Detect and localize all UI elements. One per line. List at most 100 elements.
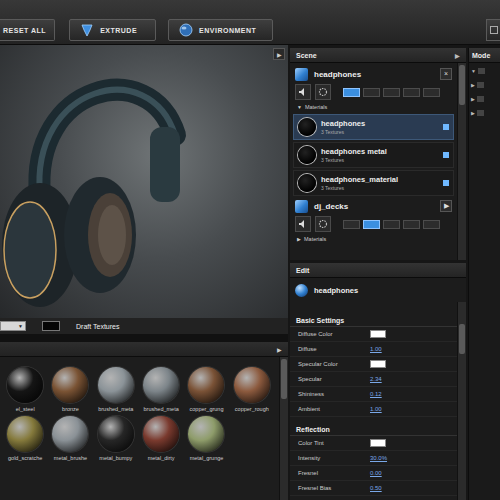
color-swatch[interactable]	[370, 360, 386, 368]
property-value[interactable]: 0.12	[370, 391, 449, 397]
app-window: RESET ALL EXTRUDE ENVIRONMENT ▶ ▼ Draft …	[0, 0, 500, 500]
material-preset[interactable]: metal_brushe	[49, 416, 91, 461]
material-item[interactable]: headphones 3 Textures	[293, 114, 454, 140]
speaker-icon[interactable]	[295, 216, 311, 232]
library-menu-button[interactable]: ▶	[277, 346, 282, 353]
scene-body: headphones × ▼ Materials headphones 3 Te…	[290, 63, 466, 260]
speaker-icon[interactable]	[295, 84, 311, 100]
layer-tab[interactable]	[363, 88, 380, 97]
material-text: headphones metal 3 Textures	[321, 147, 438, 163]
layer-tab[interactable]	[363, 220, 380, 229]
property-value[interactable]: 1.00	[370, 346, 449, 352]
tree-toggle: ▶	[471, 82, 475, 88]
scroll-thumb[interactable]	[281, 359, 287, 399]
material-preset[interactable]: brushed_meta	[95, 367, 137, 412]
texture-count: 3 Textures	[321, 185, 438, 191]
material-grid: el_steel bronze brushed_meta brushed_met…	[0, 357, 279, 500]
background-swatch[interactable]	[42, 321, 60, 331]
window-icon	[490, 26, 498, 34]
reset-all-button[interactable]: RESET ALL	[0, 19, 55, 41]
material-name: el_steel	[16, 406, 35, 412]
property-label: Specular	[298, 376, 370, 382]
material-preset[interactable]: metal_grunge	[185, 416, 227, 461]
materials-toggle[interactable]: ▶ Materials	[293, 234, 454, 244]
extrude-button[interactable]: EXTRUDE	[69, 19, 156, 41]
scene-object[interactable]: dj_decks ▶	[293, 198, 454, 214]
material-item[interactable]: headphones_material 3 Textures	[293, 170, 454, 196]
material-preset[interactable]: el_steel	[4, 367, 46, 412]
scene-object[interactable]: headphones ×	[293, 66, 454, 82]
material-preset[interactable]: gold_scratche	[4, 416, 46, 461]
material-preset[interactable]: bronze	[49, 367, 91, 412]
edit-scrollbar[interactable]	[457, 302, 466, 500]
environment-button[interactable]: ENVIRONMENT	[168, 19, 273, 41]
tree-toggle: ▼	[471, 68, 476, 74]
material-name: copper_grung	[190, 406, 224, 412]
material-flag[interactable]	[443, 124, 449, 130]
property-value[interactable]: 0.50	[370, 485, 449, 491]
property-value[interactable]: 1.00	[370, 406, 449, 412]
texture-count: 3 Textures	[321, 157, 438, 163]
scene-scrollbar[interactable]	[457, 63, 466, 260]
scene-menu-button[interactable]: ▶	[455, 52, 460, 59]
object-button[interactable]: ▶	[440, 200, 452, 212]
tree-row[interactable]: ▶	[471, 94, 498, 104]
material-name: copper_rough	[235, 406, 269, 412]
globe-icon	[179, 23, 193, 37]
material-preset[interactable]: copper_grung	[185, 367, 227, 412]
property-value[interactable]: 2.34	[370, 376, 449, 382]
viewport-menu-button[interactable]: ▶	[273, 48, 285, 60]
object-name: dj_decks	[314, 202, 434, 211]
property-label: Diffuse	[298, 346, 370, 352]
dial-icon[interactable]	[315, 216, 331, 232]
property-label: Color Tint	[298, 440, 370, 446]
layer-tab[interactable]	[403, 220, 420, 229]
material-name: headphones	[321, 119, 438, 128]
layer-tab[interactable]	[423, 220, 440, 229]
layer-tab[interactable]	[343, 220, 360, 229]
layer-tab[interactable]	[423, 88, 440, 97]
material-preset[interactable]: brushed_meta	[140, 367, 182, 412]
dial-icon[interactable]	[315, 84, 331, 100]
layer-tab[interactable]	[383, 88, 400, 97]
tree-row[interactable]: ▶	[471, 108, 498, 118]
material-item[interactable]: headphones metal 3 Textures	[293, 142, 454, 168]
color-swatch[interactable]	[370, 439, 386, 447]
layer-tab[interactable]	[343, 88, 360, 97]
material-sphere-icon	[98, 416, 134, 452]
material-preset[interactable]: metal_bumpy	[95, 416, 137, 461]
models-panel: Mode ▼ ▶ ▶ ▶	[468, 48, 500, 500]
folder-icon	[477, 96, 484, 102]
viewport[interactable]: ▶	[0, 45, 288, 318]
property-value[interactable]: 30.0%	[370, 455, 449, 461]
property-value[interactable]: 0.00	[370, 470, 449, 476]
property-label: Ambient	[298, 406, 370, 412]
material-sphere-icon	[188, 416, 224, 452]
models-header: Mode	[469, 48, 500, 63]
draft-textures-label[interactable]: Draft Textures	[76, 323, 119, 330]
texture-count: 3 Textures	[321, 129, 438, 135]
material-text: headphones_material 3 Textures	[321, 175, 438, 191]
tree-row[interactable]: ▼	[471, 66, 498, 76]
material-preset[interactable]: metal_dirty	[140, 416, 182, 461]
material-preset[interactable]: copper_rough	[231, 367, 273, 412]
scroll-thumb[interactable]	[459, 65, 465, 105]
layer-tab[interactable]	[383, 220, 400, 229]
corner-button[interactable]	[486, 19, 500, 41]
object-button[interactable]: ×	[440, 68, 452, 80]
edit-object: headphones	[290, 278, 466, 302]
layer-tab[interactable]	[403, 88, 420, 97]
materials-toggle[interactable]: ▼ Materials	[293, 102, 454, 112]
library-scrollbar[interactable]	[279, 357, 288, 500]
material-flag[interactable]	[443, 180, 449, 186]
material-sphere-icon	[52, 367, 88, 403]
material-flag[interactable]	[443, 152, 449, 158]
property-row: Specular 2.34	[290, 372, 457, 387]
scroll-thumb[interactable]	[459, 324, 465, 354]
cube-icon	[295, 200, 308, 213]
property-label: Shininess	[298, 391, 370, 397]
tree-row[interactable]: ▶	[471, 80, 498, 90]
view-mode-dropdown[interactable]: ▼	[0, 321, 26, 331]
material-name: brushed_meta	[98, 406, 133, 412]
color-swatch[interactable]	[370, 330, 386, 338]
